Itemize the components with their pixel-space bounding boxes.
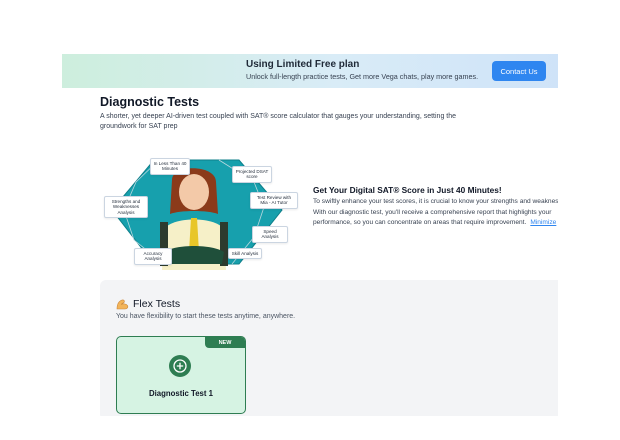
diagnostic-test-card[interactable]: NEW Diagnostic Test 1 (116, 336, 246, 414)
minimize-link[interactable]: Minimize (530, 219, 556, 226)
label-less-than: In Less Than 40 Minutes (150, 158, 190, 175)
plus-circle-icon (173, 359, 187, 373)
page-title: Diagnostic Tests (100, 95, 200, 109)
label-skill: Skill Analysis (228, 248, 262, 260)
student-face (179, 174, 209, 210)
promo-text: To swiftly enhance your test scores, it … (313, 197, 558, 229)
label-projected-score: Projected DSAT score (232, 166, 272, 183)
flexed-bicep-icon (116, 299, 129, 310)
student-arms (164, 246, 224, 264)
label-accuracy: Accuracy Analysis (134, 248, 172, 265)
contact-us-button[interactable]: Contact Us (492, 61, 546, 81)
promo-title: Get Your Digital SAT® Score in Just 40 M… (313, 185, 502, 195)
new-badge: NEW (205, 337, 245, 348)
label-speed: Speed Analysis (252, 226, 288, 243)
flex-tests-title: Flex Tests (133, 298, 181, 310)
plan-banner: Using Limited Free plan Unlock full-leng… (62, 54, 558, 88)
plan-banner-title: Using Limited Free plan (246, 59, 360, 70)
diagnostic-test-card-title: Diagnostic Test 1 (149, 389, 213, 398)
promo-body: To swiftly enhance your test scores, it … (313, 198, 558, 226)
plan-banner-subtitle: Unlock full-length practice tests, Get m… (246, 72, 479, 81)
label-test-review: Test Review with Mia - AI Tutor (250, 192, 298, 209)
app-window: Using Limited Free plan Unlock full-leng… (62, 54, 558, 416)
flex-tests-heading: Flex Tests (116, 298, 180, 310)
page-description: A shorter, yet deeper AI-driven test cou… (100, 113, 457, 130)
label-strengths: Strengths and Weaknesses Analysis (104, 196, 148, 219)
diagnostic-illustration: In Less Than 40 Minutes Projected DSAT s… (104, 152, 298, 270)
flex-tests-subtitle: You have flexibility to start these test… (116, 313, 296, 320)
start-test-button[interactable] (169, 355, 191, 377)
